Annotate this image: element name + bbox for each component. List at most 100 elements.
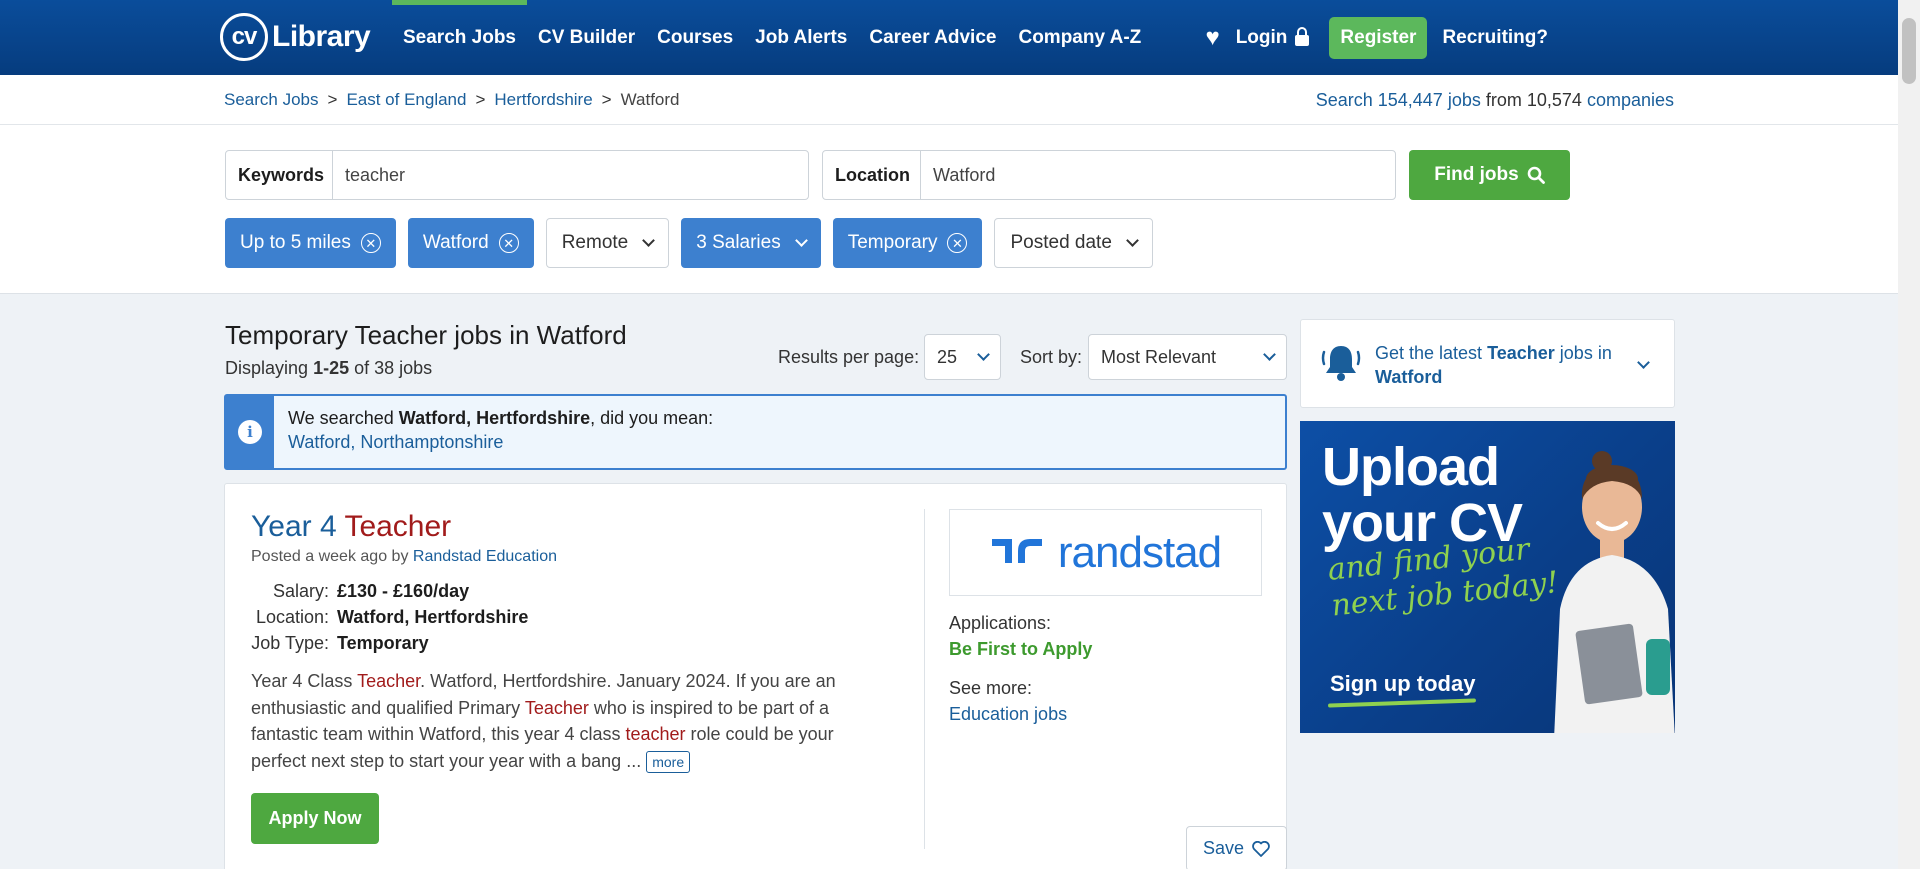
sort-by-select[interactable]: Most Relevant [1088,334,1287,380]
company-link[interactable]: Randstad Education [413,548,557,565]
filter-posted-date[interactable]: Posted date [994,218,1153,268]
login-label: Login [1235,26,1288,48]
salary-row: Salary: £130 - £160/day [251,578,528,604]
sort-by-value: Most Relevant [1101,346,1217,367]
save-job-button[interactable]: Save [1186,826,1287,869]
cv-library-logo[interactable]: cv Library [220,12,371,62]
results-per-page-label: Results per page: [778,347,920,367]
apply-now-button[interactable]: Apply Now [251,793,379,844]
company-logo-word: randstad [1057,527,1222,577]
upload-cv-advert[interactable]: Upload your CV and find your next job to… [1300,421,1675,733]
nav-job-alerts[interactable]: Job Alerts [744,0,858,75]
breadcrumb-separator: > [327,90,338,109]
education-jobs-link[interactable]: Education jobs [949,704,1067,725]
stats-companies-link[interactable]: companies [1587,90,1674,110]
alert-location: Watford [1375,367,1443,387]
job-alert-box[interactable]: Get the latest Teacher jobs in Watford [1300,319,1675,408]
stats-search-label[interactable]: Search [1316,90,1373,110]
filter-distance-label: Up to 5 miles [240,232,351,253]
remove-filter-icon[interactable]: ✕ [360,233,381,253]
location-meta-label: Location: [255,606,329,627]
nav-courses[interactable]: Courses [646,0,744,75]
nav-career-advice[interactable]: Career Advice [858,0,1007,75]
stats-from: from [1485,90,1522,110]
card-divider [924,509,925,849]
chevron-down-icon [1637,356,1650,369]
filter-remote[interactable]: Remote [545,218,670,268]
applications-label: Applications: [949,613,1052,633]
filter-job-type[interactable]: Temporary ✕ [832,218,983,268]
save-label: Save [1202,838,1245,858]
alert-keyword: Teacher [1487,343,1555,363]
nav-cv-builder[interactable]: CV Builder [527,0,646,75]
site-stats: Search 154,447 jobs from 10,574 companie… [1316,90,1674,111]
main-nav: Search Jobs CV Builder Courses Job Alert… [392,0,1152,75]
info-banner-side: i [226,396,274,468]
keywords-field[interactable]: Keywords teacher [225,150,809,200]
heart-outline-icon [1252,840,1270,857]
results-title: Temporary Teacher jobs in Watford [225,320,627,350]
find-jobs-button[interactable]: Find jobs [1409,150,1570,200]
location-field[interactable]: Location Watford [822,150,1396,200]
breadcrumb-separator: > [475,90,486,109]
chevron-down-icon [977,347,990,361]
breadcrumb-east-of-england[interactable]: East of England [346,90,466,110]
job-alert-text: Get the latest Teacher jobs in Watford [1375,341,1625,389]
location-value: Watford, Hertfordshire [337,606,529,627]
breadcrumb-bar: Search Jobs > East of England > Hertford… [0,75,1898,125]
filter-distance[interactable]: Up to 5 miles ✕ [225,218,396,268]
ad-signup-cta[interactable]: Sign up today [1330,671,1475,697]
job-type-row: Job Type: Temporary [251,630,528,656]
results-total: of 38 jobs [354,358,433,378]
filter-salaries[interactable]: 3 Salaries [681,218,821,268]
job-type-value: Temporary [337,632,429,653]
more-button[interactable]: more [646,750,691,773]
scrollbar-thumb[interactable] [1902,18,1916,84]
page-scrollbar[interactable] [1898,0,1920,869]
chevron-down-icon [1126,233,1139,247]
logo-cv-mark: cv [220,13,268,61]
ad-cta-underline [1327,698,1477,708]
breadcrumb-hertfordshire[interactable]: Hertfordshire [494,90,592,110]
location-input[interactable]: Watford [921,151,1395,199]
nav-company-a-z[interactable]: Company A-Z [1007,0,1152,75]
saved-jobs-heart-icon[interactable]: ♥ [1205,24,1219,52]
job-description: Year 4 Class Teacher. Watford, Hertfords… [251,668,851,774]
desc-highlight: teacher [625,724,686,744]
stats-jobs-count[interactable]: 154,447 jobs [1378,90,1481,110]
login-link[interactable]: Login [1236,27,1310,49]
job-card: Year 4 Teacher Posted a week ago by Rand… [224,483,1287,869]
desc-highlight: Teacher [524,697,589,718]
ad-headline: Upload your CV [1322,439,1523,551]
register-button[interactable]: Register [1329,16,1428,59]
posted-prefix: Posted a week ago by [251,548,409,565]
chevron-down-icon [794,233,808,247]
remove-filter-icon[interactable]: ✕ [947,233,968,253]
account-nav: ♥ Login Register Recruiting? [1205,0,1548,75]
did-you-mean-suffix: , did you mean: [590,408,714,428]
lock-icon [1295,27,1310,46]
search-icon [1527,166,1545,184]
results-count: Displaying 1-25 of 38 jobs [225,358,432,379]
filter-posted-date-label: Posted date [1010,232,1112,253]
bell-icon [1321,346,1361,381]
job-meta: Salary: £130 - £160/day Location: Watfor… [251,578,528,656]
filter-chips: Up to 5 miles ✕ Watford ✕ Remote 3 Salar… [225,218,1153,268]
info-icon: i [238,420,262,444]
remove-filter-icon[interactable]: ✕ [498,233,519,253]
job-type-label: Job Type: [251,632,329,653]
company-logo[interactable]: randstad [949,509,1262,596]
job-title-link[interactable]: Year 4 Teacher [251,510,451,544]
results-range: 1-25 [313,358,350,378]
filter-location[interactable]: Watford ✕ [407,218,534,268]
job-title-highlight: Teacher [344,510,452,543]
recruiting-link[interactable]: Recruiting? [1442,27,1548,49]
nav-search-jobs[interactable]: Search Jobs [392,0,527,75]
stats-company-count: 10,574 [1526,90,1582,110]
keywords-input[interactable]: teacher [333,151,808,199]
breadcrumb-search-jobs[interactable]: Search Jobs [224,90,319,110]
filter-salaries-label: 3 Salaries [696,232,781,253]
suggested-location-link[interactable]: Watford, Northamptonshire [288,432,503,453]
sort-by-label: Sort by: [1020,347,1083,367]
results-per-page-select[interactable]: 25 [924,334,1001,380]
